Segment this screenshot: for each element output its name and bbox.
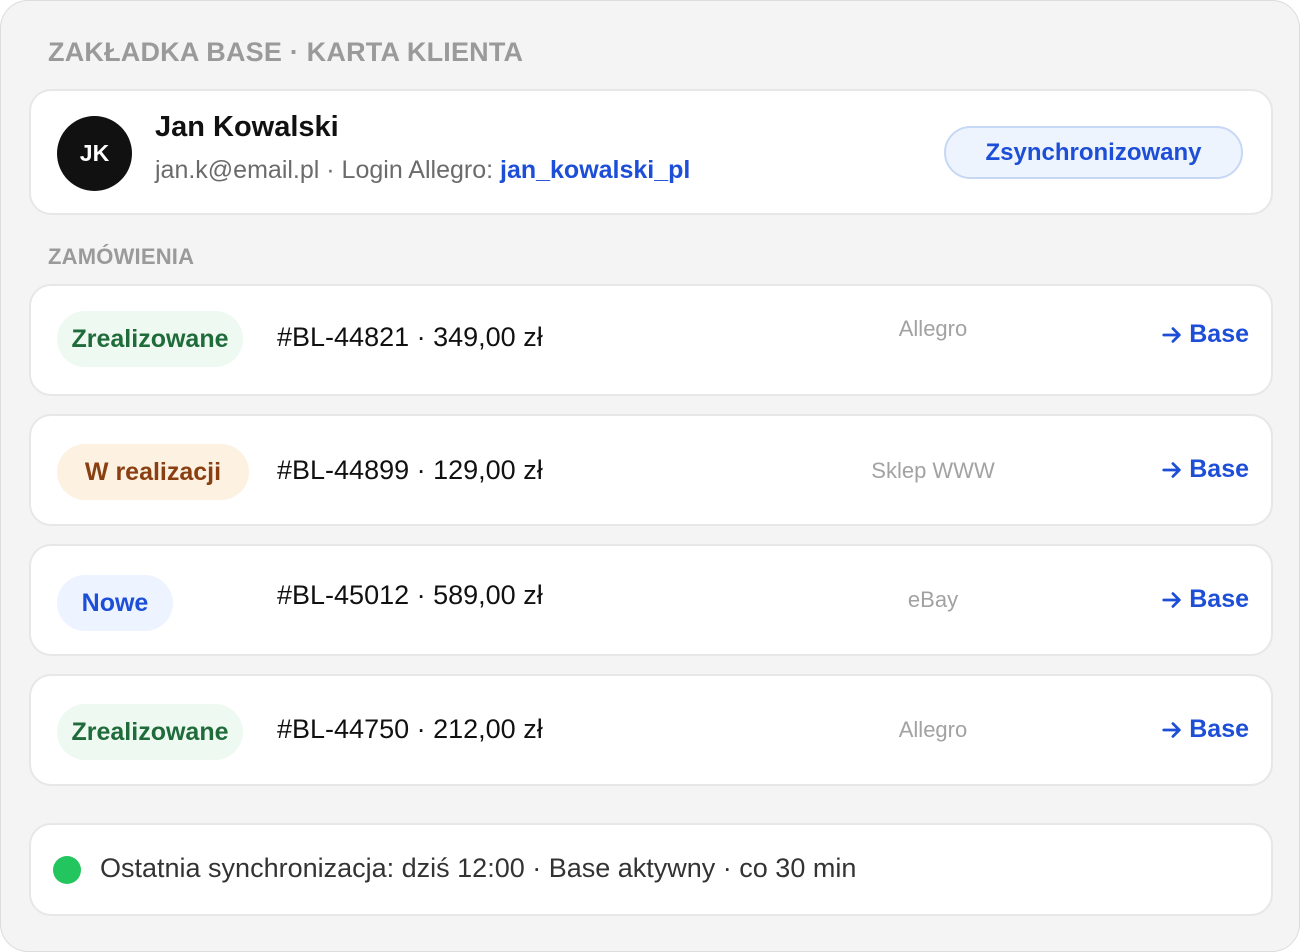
- arrow-right-icon: [1162, 721, 1181, 738]
- order-id-amount: #BL-44750 · 212,00 zł: [277, 714, 543, 744]
- open-in-base-link[interactable]: Base: [1161, 455, 1249, 484]
- sync-status-card: Ostatnia synchronizacja: dziś 12:00 · Ba…: [29, 823, 1273, 916]
- open-in-base-link[interactable]: Base: [1161, 320, 1249, 349]
- order-channel: Sklep WWW: [871, 458, 995, 483]
- client-meta: jan.k@email.pl · Login Allegro: jan_kowa…: [155, 156, 690, 185]
- order-status-badge: W realizacji: [57, 444, 249, 500]
- client-name: Jan Kowalski: [155, 111, 339, 143]
- order-id-amount: #BL-45012 · 589,00 zł: [277, 580, 543, 610]
- arrow-right-icon: [1162, 461, 1181, 478]
- base-tab-panel: ZAKŁADKA BASE · KARTA KLIENTA JK Jan Kow…: [0, 0, 1300, 952]
- last-sync-text: Ostatnia synchronizacja: dziś 12:00 · Ba…: [100, 853, 857, 883]
- client-card: JK Jan Kowalski jan.k@email.pl · Login A…: [29, 89, 1273, 215]
- order-channel: eBay: [907, 587, 959, 612]
- order-status-badge: Zrealizowane: [57, 311, 243, 367]
- open-in-base-label: Base: [1189, 715, 1249, 743]
- open-in-base-label: Base: [1189, 455, 1249, 483]
- panel-title: ZAKŁADKA BASE · KARTA KLIENTA: [48, 37, 524, 67]
- order-row: W realizacji #BL-44899 · 129,00 zł Sklep…: [29, 414, 1273, 526]
- order-status-badge: Nowe: [57, 575, 173, 631]
- client-email: jan.k@email.pl · Login Allegro:: [155, 156, 500, 184]
- order-status-badge: Zrealizowane: [57, 704, 243, 760]
- order-channel: Allegro: [898, 717, 968, 742]
- order-id-amount: #BL-44821 · 349,00 zł: [277, 322, 543, 352]
- order-id-amount: #BL-44899 · 129,00 zł: [277, 455, 543, 485]
- arrow-right-icon: [1162, 591, 1181, 608]
- avatar: JK: [57, 116, 132, 191]
- sync-status-badge: Zsynchronizowany: [944, 126, 1243, 179]
- order-row: Nowe #BL-45012 · 589,00 zł eBay Base: [29, 544, 1273, 656]
- arrow-right-icon: [1162, 326, 1181, 343]
- open-in-base-label: Base: [1189, 585, 1249, 613]
- order-channel: Allegro: [898, 316, 968, 341]
- open-in-base-link[interactable]: Base: [1161, 585, 1249, 614]
- orders-section-title: ZAMÓWIENIA: [48, 244, 195, 269]
- active-status-dot: [53, 856, 81, 884]
- open-in-base-label: Base: [1189, 320, 1249, 348]
- order-row: Zrealizowane #BL-44821 · 349,00 zł Alleg…: [29, 284, 1273, 396]
- allegro-login-link[interactable]: jan_kowalski_pl: [500, 156, 690, 184]
- order-row: Zrealizowane #BL-44750 · 212,00 zł Alleg…: [29, 674, 1273, 786]
- open-in-base-link[interactable]: Base: [1161, 715, 1249, 744]
